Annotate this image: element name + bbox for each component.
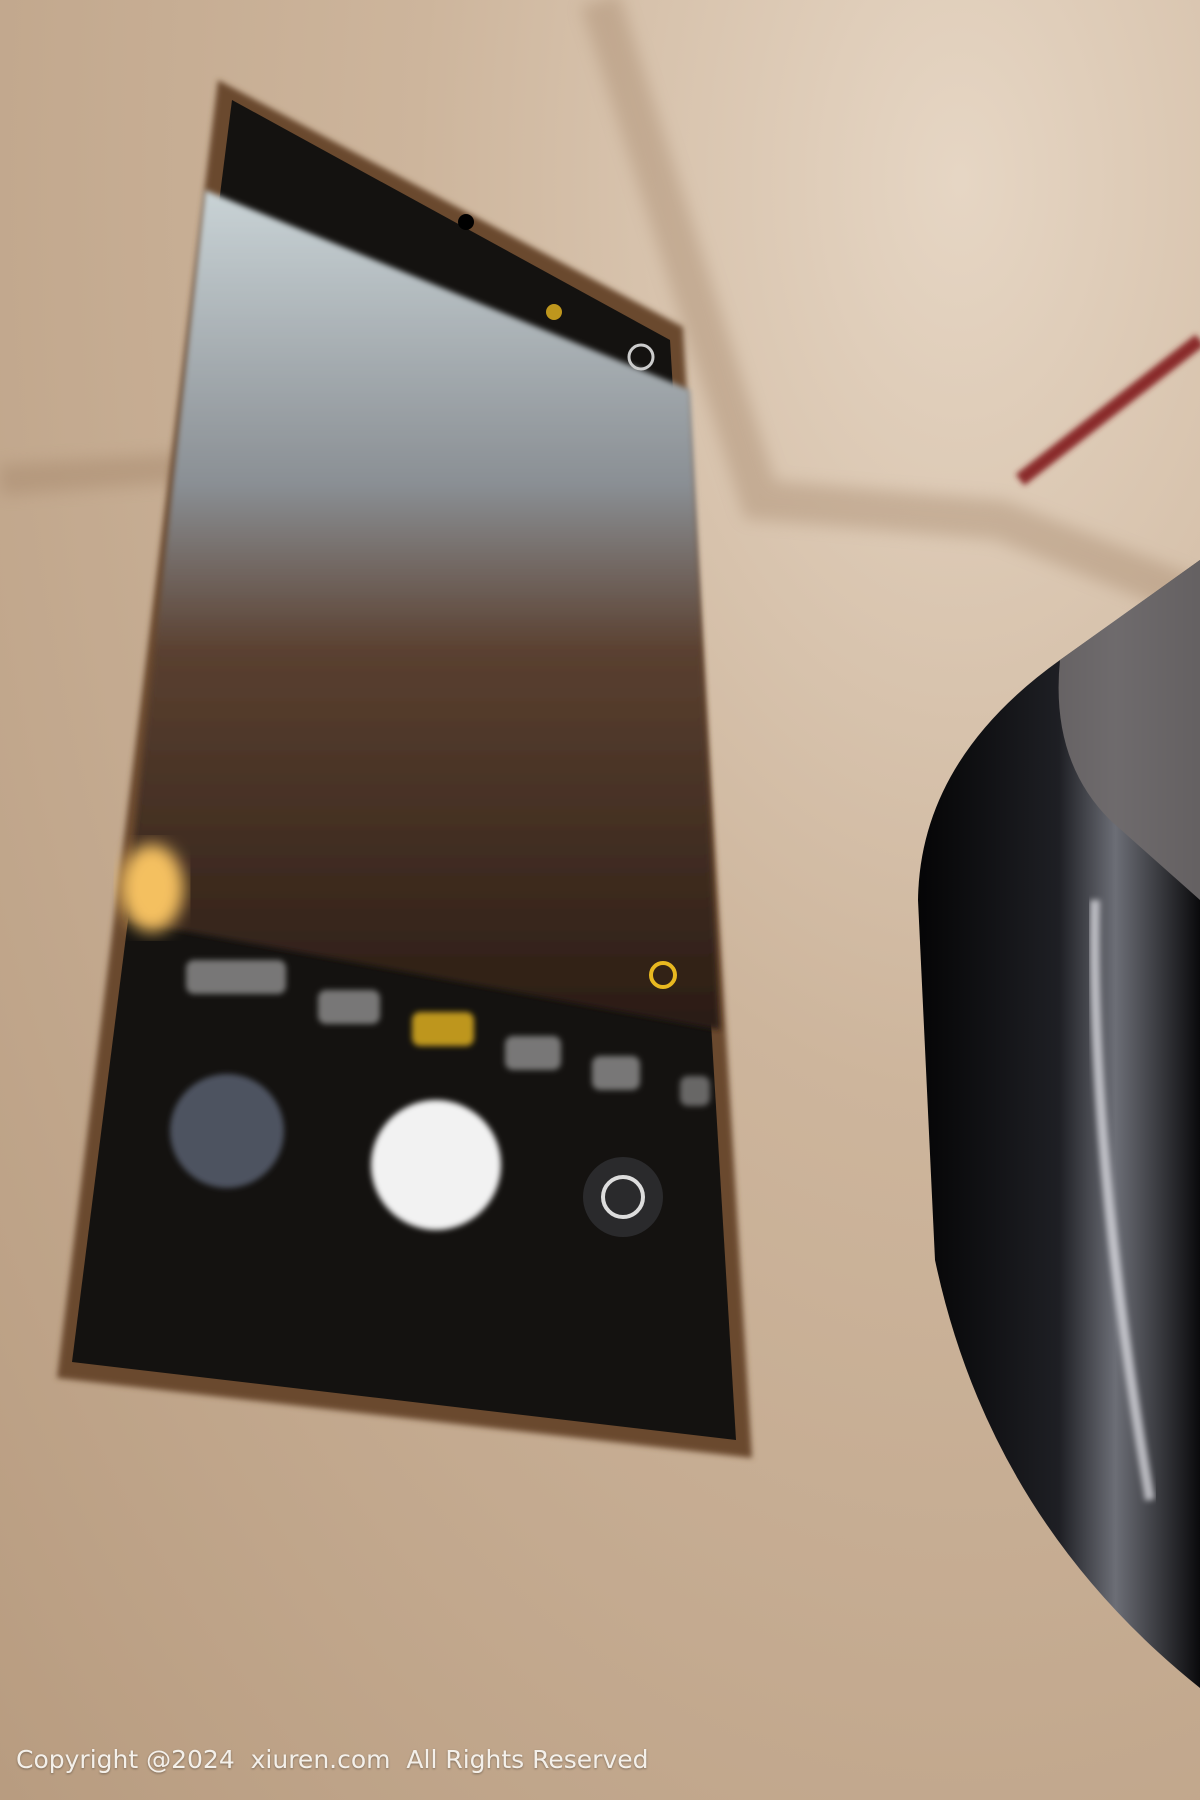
flash-icon[interactable]	[546, 304, 562, 320]
camera-mode[interactable]	[680, 1076, 710, 1106]
switch-camera-icon[interactable]	[583, 1157, 663, 1237]
smartphone	[57, 80, 752, 1458]
camera-mode[interactable]	[592, 1056, 640, 1090]
light-reflection	[120, 844, 184, 932]
patent-shoe	[918, 560, 1200, 1688]
background-object	[1015, 334, 1200, 486]
front-camera	[458, 214, 474, 230]
shutter-button[interactable]	[371, 1100, 501, 1230]
gallery-thumbnail[interactable]	[170, 1074, 284, 1188]
copyright-watermark: Copyright @2024 xiuren.com All Rights Re…	[16, 1745, 649, 1774]
camera-mode[interactable]	[318, 990, 380, 1024]
camera-mode-active[interactable]	[412, 1012, 474, 1046]
camera-mode[interactable]	[505, 1036, 561, 1070]
photo-scene	[0, 0, 1200, 1688]
camera-mode[interactable]	[186, 960, 286, 994]
